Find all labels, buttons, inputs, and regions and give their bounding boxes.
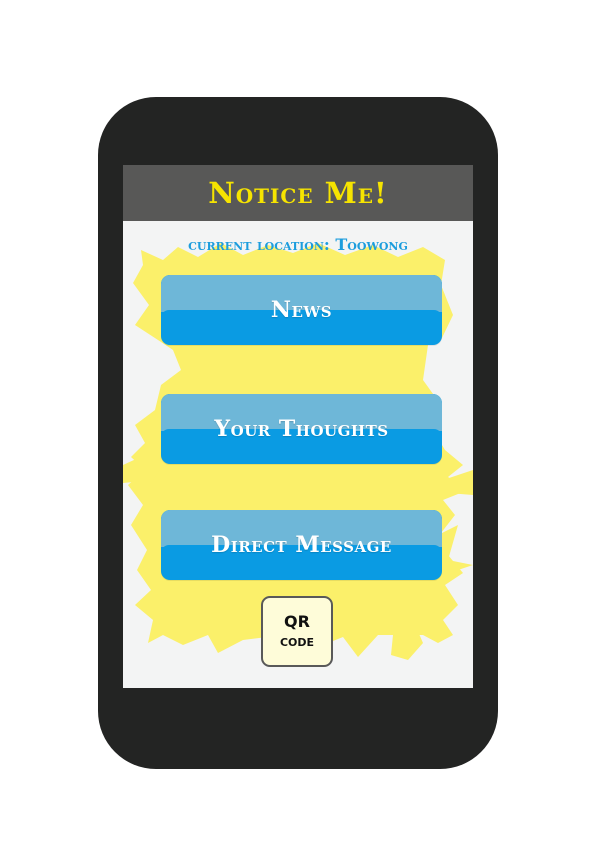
- qr-code-label-line1: QR: [284, 612, 310, 632]
- your-thoughts-button-label: Your Thoughts: [214, 416, 389, 442]
- your-thoughts-button[interactable]: Your Thoughts: [161, 394, 442, 464]
- news-button[interactable]: News: [161, 275, 442, 345]
- title-bar: Notice Me!: [123, 165, 473, 221]
- qr-code-label-line2: code: [279, 630, 315, 650]
- app-screen: Notice Me! current location: Toowong New…: [123, 165, 473, 688]
- qr-code-button[interactable]: QR code: [261, 596, 333, 667]
- current-location-label: current location: Toowong: [188, 235, 408, 254]
- app-title: Notice Me!: [208, 176, 388, 210]
- news-button-label: News: [270, 297, 333, 323]
- direct-message-button-label: Direct Message: [211, 532, 392, 558]
- direct-message-button[interactable]: Direct Message: [161, 510, 442, 580]
